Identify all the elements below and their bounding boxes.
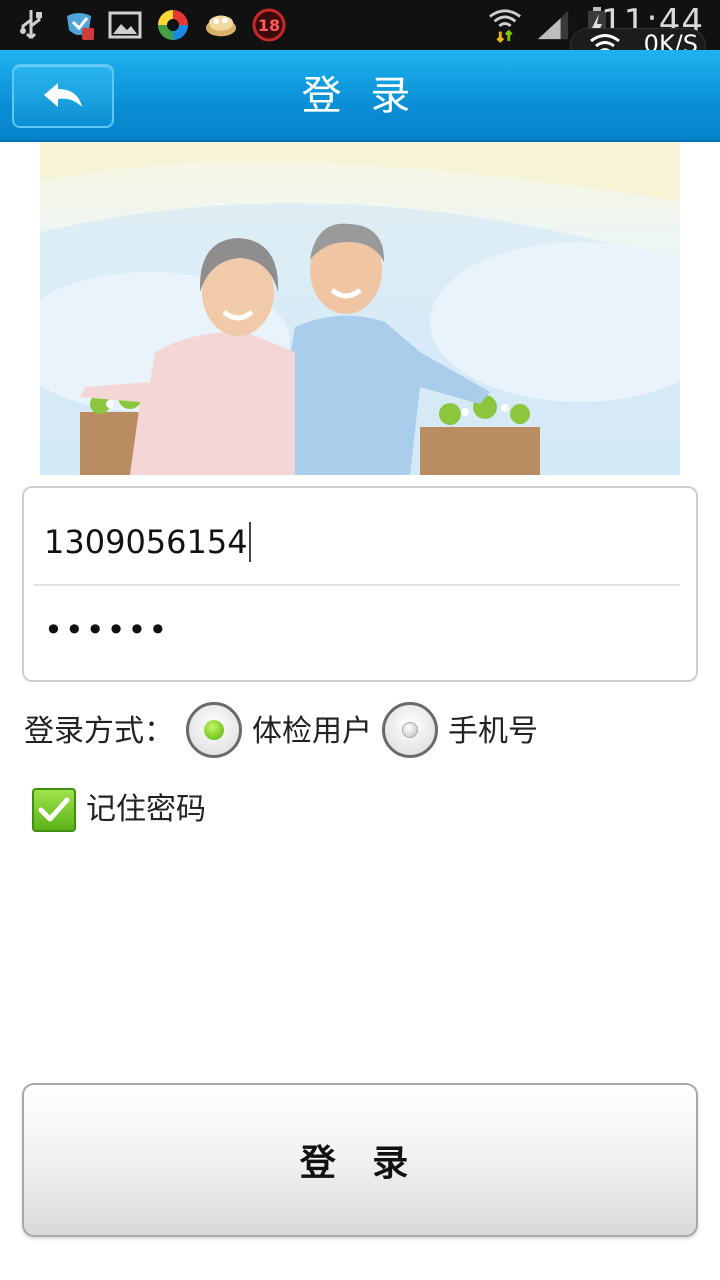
svg-text:18: 18 [258, 16, 280, 35]
check-icon [38, 797, 70, 822]
field-divider [34, 584, 680, 586]
login-button-label: 登 录 [299, 1143, 421, 1184]
remember-password-checkbox[interactable] [32, 788, 76, 832]
shield-icon [62, 8, 96, 42]
radio-checkup-user[interactable] [186, 702, 242, 758]
username-input[interactable]: 1309056154 [44, 512, 684, 572]
signal-icon [536, 8, 570, 42]
radio-phone[interactable] [382, 702, 438, 758]
remember-password-label[interactable]: 记住密码 [86, 788, 206, 832]
password-value: •••••• [44, 611, 170, 649]
banner-image [40, 142, 680, 475]
age-18-icon: 18 [252, 8, 286, 42]
app-icon [156, 8, 190, 42]
gallery-icon [108, 8, 142, 42]
back-button[interactable] [12, 64, 114, 128]
radio-checkup-user-label[interactable]: 体检用户 [252, 710, 372, 754]
radio-unselected-dot [402, 722, 418, 738]
username-value: 1309056154 [44, 523, 248, 561]
title-bar: 登 录 [0, 50, 720, 142]
food-icon [204, 8, 238, 42]
password-input[interactable]: •••••• [44, 600, 684, 660]
radio-phone-label[interactable]: 手机号 [448, 710, 538, 754]
back-arrow-icon [44, 83, 82, 107]
usb-icon [14, 8, 48, 42]
status-bar: 18 11:44 0K/S [0, 0, 720, 64]
login-button[interactable]: 登 录 [22, 1083, 698, 1237]
wifi-data-icon [488, 8, 522, 44]
text-cursor [248, 522, 251, 562]
radio-selected-dot [204, 720, 224, 740]
login-method-label: 登录方式： [24, 714, 174, 749]
login-form: 1309056154 •••••• [22, 486, 698, 682]
